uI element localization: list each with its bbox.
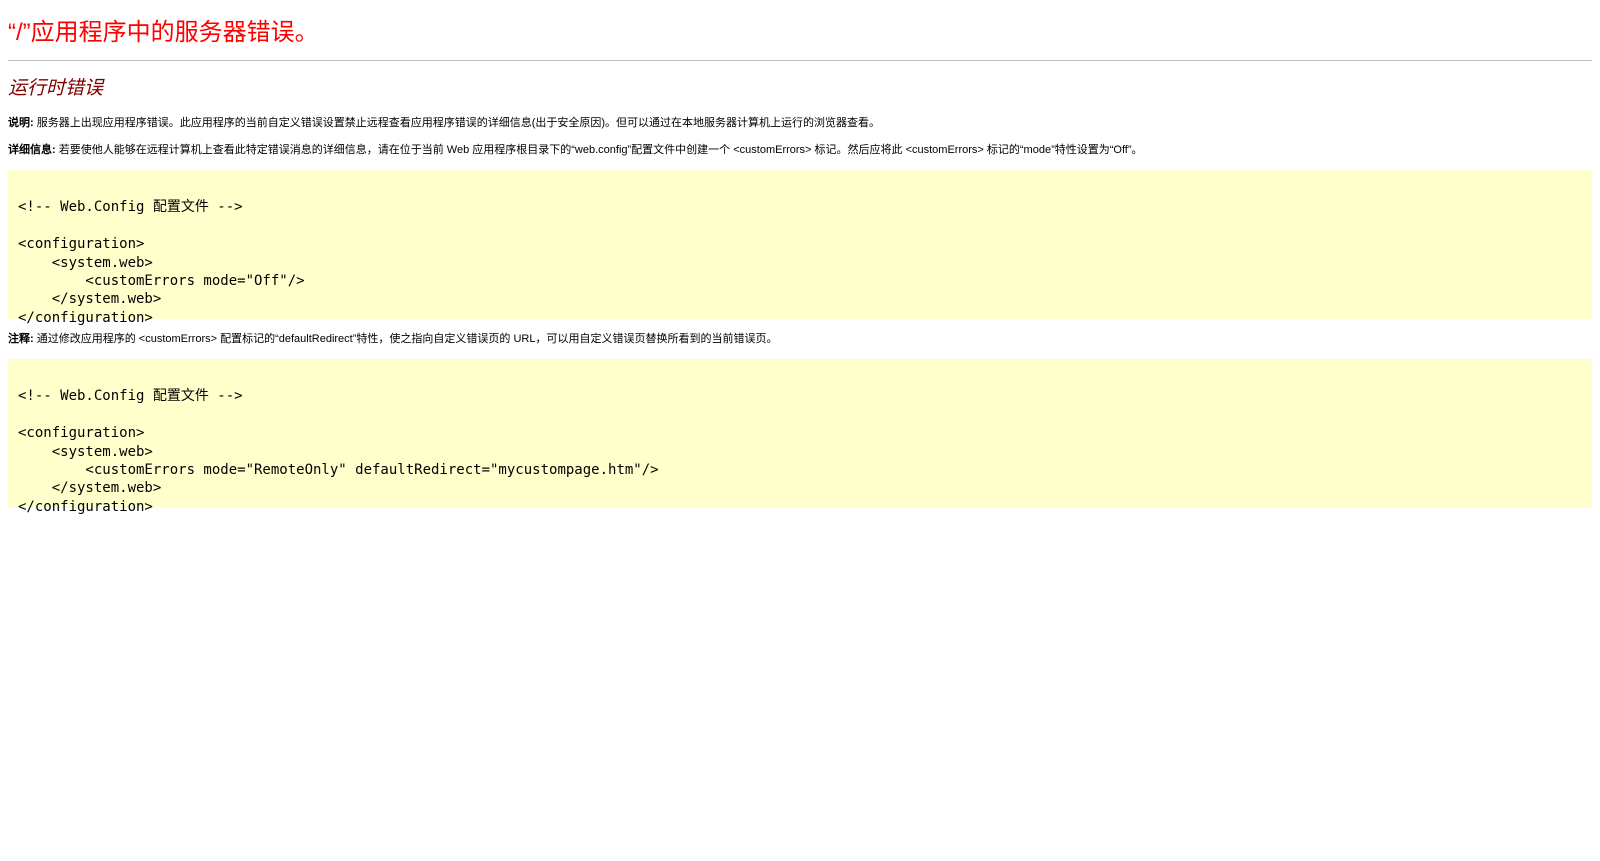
description-paragraph: 说明: 服务器上出现应用程序错误。此应用程序的当前自定义错误设置禁止远程查看应用…: [8, 116, 1592, 130]
page-title: “/”应用程序中的服务器错误。: [8, 19, 319, 46]
details-label: 详细信息:: [8, 144, 56, 156]
notes-paragraph: 注释: 通过修改应用程序的 <customErrors> 配置标记的“defau…: [8, 332, 1592, 346]
code-config-off: <!-- Web.Config 配置文件 --> <configuration>…: [18, 199, 305, 326]
code-block-config-remoteonly: <!-- Web.Config 配置文件 --> <configuration>…: [8, 359, 1592, 515]
error-page: “/”应用程序中的服务器错误。 运行时错误 说明: 服务器上出现应用程序错误。此…: [0, 0, 1600, 515]
description-label: 说明:: [8, 117, 34, 129]
details-paragraph: 详细信息: 若要使他人能够在远程计算机上查看此特定错误消息的详细信息，请在位于当…: [8, 143, 1592, 157]
code-config-remoteonly: <!-- Web.Config 配置文件 --> <configuration>…: [18, 388, 659, 515]
code-block-config-off: <!-- Web.Config 配置文件 --> <configuration>…: [8, 170, 1592, 326]
section-title: 运行时错误: [8, 78, 104, 99]
description-text: 服务器上出现应用程序错误。此应用程序的当前自定义错误设置禁止远程查看应用程序错误…: [33, 117, 881, 129]
divider: [8, 60, 1592, 61]
notes-text: 通过修改应用程序的 <customErrors> 配置标记的“defaultRe…: [33, 333, 778, 345]
notes-label: 注释:: [8, 333, 34, 345]
details-text: 若要使他人能够在远程计算机上查看此特定错误消息的详细信息，请在位于当前 Web …: [55, 144, 1143, 156]
